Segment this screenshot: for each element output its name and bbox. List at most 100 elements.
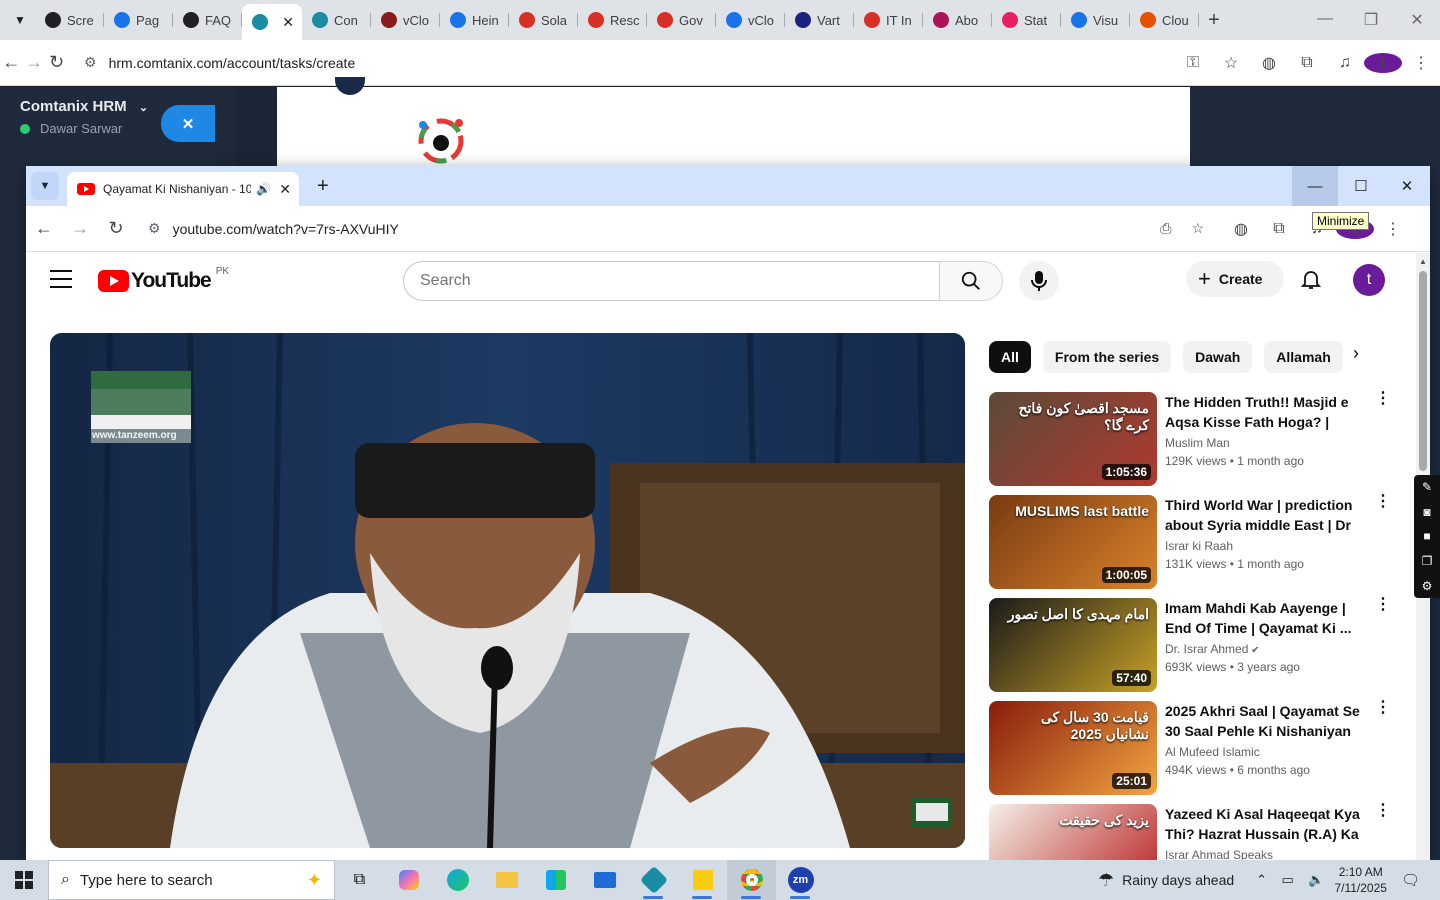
back-tab[interactable]: Hein — [440, 5, 509, 35]
volume-icon[interactable]: 🔈 — [1308, 872, 1324, 887]
close-icon[interactable]: ✕ — [1384, 166, 1430, 206]
profile-avatar[interactable]: t — [1364, 52, 1403, 73]
chrome-icon[interactable] — [727, 860, 776, 900]
back-tab[interactable]: IT In — [854, 5, 923, 35]
filter-chip[interactable]: Dawah — [1183, 341, 1253, 373]
filter-chip[interactable]: All — [989, 341, 1031, 373]
camera-icon[interactable]: ◙ — [1423, 505, 1430, 519]
back-tab[interactable]: ✕ — [242, 4, 302, 40]
taskbar-search-input[interactable]: ⌕ Type here to search ✦ — [48, 860, 335, 900]
forward-arrow-icon[interactable]: → — [62, 218, 98, 239]
network-icon[interactable]: ▭ — [1282, 872, 1294, 887]
more-actions-icon[interactable]: ⋮ — [1375, 803, 1391, 819]
back-tab[interactable]: Abo — [923, 5, 992, 35]
address-bar[interactable]: ⚙ youtube.com/watch?v=7rs-AXVuHIY ⎙ ☆ — [140, 211, 1210, 246]
channel-name[interactable]: Al Mufeed Islamic — [1165, 745, 1260, 759]
back-tab[interactable]: Visu — [1061, 5, 1130, 35]
notification-center-icon[interactable]: 🗨 — [1401, 871, 1420, 889]
back-tab[interactable]: Resc — [578, 5, 647, 35]
back-tab[interactable]: Pag — [104, 5, 173, 35]
video-record-icon[interactable]: ■ — [1423, 529, 1430, 543]
notifications-bell-icon[interactable] — [1299, 267, 1323, 291]
bookmark-star-icon[interactable]: ☆ — [1212, 53, 1250, 73]
channel-name[interactable]: Muslim Man — [1165, 436, 1230, 450]
tab-youtube[interactable]: Qayamat Ki Nishaniyan - 10 🔊 ✕ — [67, 172, 299, 206]
scroll-up-icon[interactable]: ▲ — [1419, 257, 1427, 266]
back-tab[interactable]: Con — [302, 5, 371, 35]
create-button[interactable]: + Create — [1186, 261, 1284, 297]
scrollbar-thumb[interactable] — [1419, 271, 1427, 471]
back-tab[interactable]: Gov — [647, 5, 716, 35]
translate-icon[interactable]: ◍ — [1250, 53, 1288, 73]
filter-chip[interactable]: From the series — [1042, 341, 1172, 373]
bookmark-star-icon[interactable]: ☆ — [1191, 220, 1204, 237]
search-button[interactable] — [939, 261, 1003, 301]
translate-icon[interactable]: ◍ — [1222, 219, 1260, 239]
settings-gear-icon[interactable]: ⚙ — [1422, 579, 1433, 593]
tab-search-button[interactable]: ▼ — [31, 172, 59, 200]
video-thumbnail[interactable]: مسجد اقصیٰ کون فاتح کرے گا؟ 1:05:36 — [989, 392, 1157, 486]
video-title[interactable]: Imam Mahdi Kab Aayenge | End Of Time | Q… — [1165, 598, 1365, 638]
back-tab[interactable]: vClo — [716, 5, 785, 35]
recommendation-item[interactable]: قیامت 30 سال کی نشانیاں 2025 25:01 2025 Ak… — [989, 700, 1399, 795]
extensions-icon[interactable]: ⧉ — [1288, 54, 1326, 72]
back-arrow-icon[interactable]: ← — [26, 218, 62, 239]
close-icon[interactable]: ✕ — [1394, 10, 1440, 30]
new-tab-button[interactable]: + — [1199, 9, 1229, 32]
address-bar[interactable]: ⚙ hrm.comtanix.com/account/tasks/create — [74, 45, 1175, 80]
more-actions-icon[interactable]: ⋮ — [1375, 700, 1391, 716]
minimize-icon[interactable]: — — [1302, 10, 1348, 30]
sidebar-close-button[interactable]: ✕ — [161, 105, 215, 142]
back-arrow-icon[interactable]: ← — [0, 52, 23, 73]
install-app-icon[interactable]: ⎙ — [1160, 220, 1171, 237]
zoom-icon[interactable]: zm — [776, 860, 825, 900]
app-hexagon-icon[interactable] — [629, 860, 678, 900]
back-tab[interactable]: FAQ — [173, 5, 242, 35]
back-tab[interactable]: Scre — [35, 5, 104, 35]
window-icon[interactable]: ❐ — [1422, 554, 1433, 568]
minimize-icon[interactable]: — — [1292, 166, 1338, 206]
recommendation-item[interactable]: امام مہدی کا اصل تصور 57:40 Imam Mahdi Kab… — [989, 597, 1399, 692]
task-view-icon[interactable]: ⧉ — [335, 860, 384, 900]
forward-arrow-icon[interactable]: → — [23, 52, 46, 73]
filter-chip[interactable]: Allamah — [1264, 341, 1343, 373]
recommendation-item[interactable]: یزید کی حقیقت Yazeed Ki Asal Haqeeqat Kya… — [989, 803, 1399, 860]
mail-icon[interactable] — [580, 860, 629, 900]
edge-browser-icon[interactable] — [433, 860, 482, 900]
microsoft-store-icon[interactable] — [531, 860, 580, 900]
password-key-icon[interactable]: ⚿ — [1174, 54, 1212, 72]
video-thumbnail[interactable]: امام مہدی کا اصل تصور 57:40 — [989, 598, 1157, 692]
pen-icon[interactable]: ✎ — [1422, 480, 1432, 494]
new-tab-button[interactable]: + — [317, 175, 329, 198]
account-avatar[interactable]: t — [1353, 264, 1385, 296]
menu-kebab-icon[interactable]: ⋮ — [1374, 219, 1412, 239]
video-thumbnail[interactable]: یزید کی حقیقت — [989, 804, 1157, 860]
video-thumbnail[interactable]: MUSLIMS last battle 1:00:05 — [989, 495, 1157, 589]
tab-close-icon[interactable]: ✕ — [279, 181, 291, 198]
more-actions-icon[interactable]: ⋮ — [1375, 494, 1391, 510]
reload-icon[interactable]: ↻ — [45, 52, 68, 73]
back-tab[interactable]: Stat — [992, 5, 1061, 35]
restore-icon[interactable]: ❐ — [1348, 10, 1394, 30]
site-info-icon[interactable]: ⚙ — [148, 220, 161, 237]
menu-kebab-icon[interactable]: ⋮ — [1402, 53, 1440, 73]
tab-search-button[interactable]: ▼ — [5, 5, 35, 35]
start-button[interactable] — [0, 860, 48, 900]
sticky-notes-icon[interactable] — [678, 860, 727, 900]
site-info-icon[interactable]: ⚙ — [84, 54, 97, 71]
video-title[interactable]: 2025 Akhri Saal | Qayamat Se 30 Saal Peh… — [1165, 701, 1365, 741]
audio-playing-icon[interactable]: 🔊 — [256, 182, 271, 196]
media-control-icon[interactable]: ♫ — [1326, 54, 1364, 72]
chevron-right-icon[interactable]: › — [1353, 343, 1359, 364]
hrm-brand[interactable]: Comtanix HRM ⌄ — [20, 98, 148, 115]
video-title[interactable]: Third World War | prediction about Syria… — [1165, 495, 1365, 535]
video-title[interactable]: Yazeed Ki Asal Haqeeqat Kya Thi? Hazrat … — [1165, 804, 1365, 844]
maximize-icon[interactable]: ☐ — [1338, 166, 1384, 206]
extensions-icon[interactable]: ⧉ — [1260, 220, 1298, 238]
video-player[interactable]: www.tanzeem.org — [50, 333, 965, 848]
youtube-logo[interactable]: YouTube PK — [98, 266, 229, 293]
more-actions-icon[interactable]: ⋮ — [1375, 597, 1391, 613]
hamburger-menu-icon[interactable] — [50, 270, 72, 288]
chevron-up-icon[interactable]: ⌃ — [1256, 872, 1267, 887]
recommendation-item[interactable]: MUSLIMS last battle 1:00:05 Third World Wa… — [989, 494, 1399, 589]
